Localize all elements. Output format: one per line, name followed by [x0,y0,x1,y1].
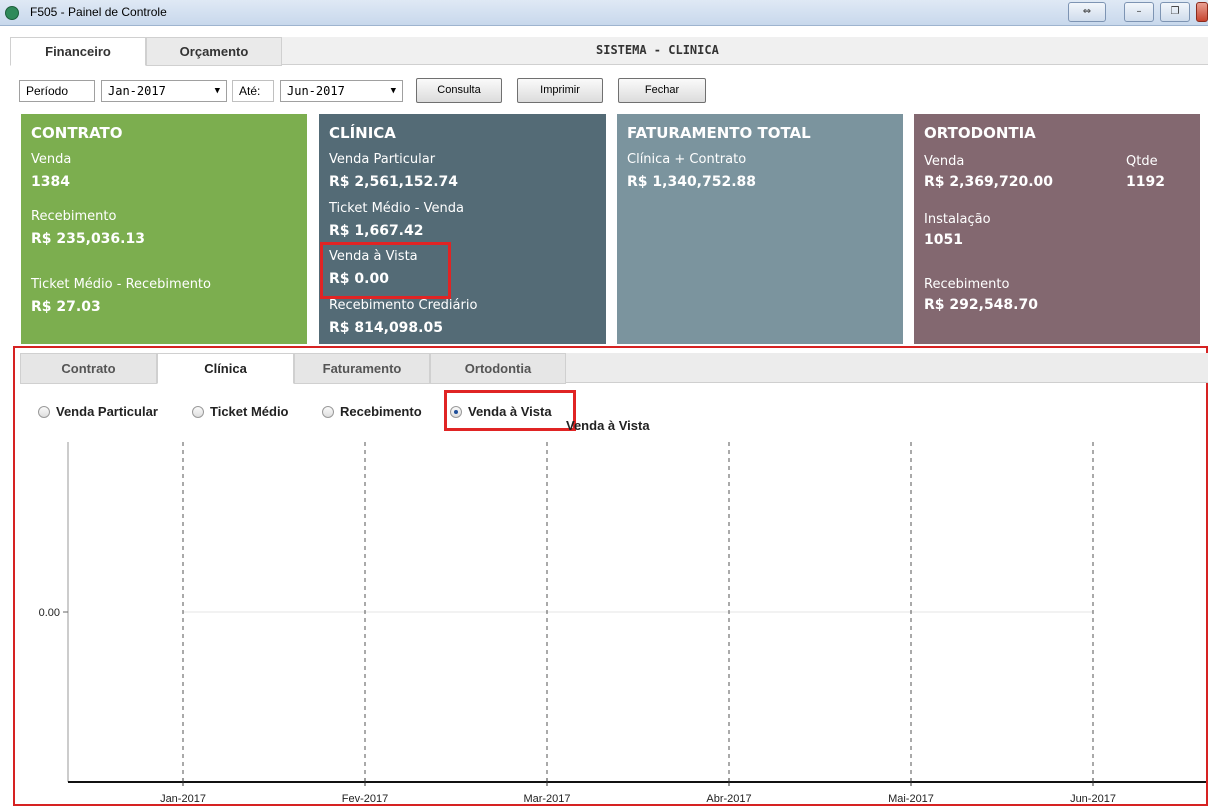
period-label: Período [19,80,95,102]
system-title: SISTEMA - CLINICA [596,43,719,57]
x-tick-label-0: Jan-2017 [160,793,206,805]
period-to-select[interactable]: Jun-2017 ▼ [280,80,403,102]
contrato-recebimento-label: Recebimento [31,209,117,224]
radio-recebimento-label[interactable]: Recebimento [340,404,422,419]
contrato-ticket-value: R$ 27.03 [31,299,101,315]
contrato-venda-value: 1384 [31,174,70,190]
chevron-down-icon: ▼ [214,86,220,96]
x-tick-label-4: Mai-2017 [888,793,934,805]
x-tick-label-2: Mar-2017 [523,793,570,805]
ortodontia-recebimento-label: Recebimento [924,277,1010,292]
clinica-crediario-label: Recebimento Crediário [329,298,478,313]
subtab-ortodontia[interactable]: Ortodontia [430,353,566,384]
imprimir-button[interactable]: Imprimir [517,78,603,103]
x-tick-label-1: Fev-2017 [342,793,388,805]
ortodontia-qtde-value: 1192 [1126,174,1165,190]
ortodontia-qtde-label: Qtde [1126,154,1158,169]
ortodontia-instalacao-label: Instalação [924,212,991,227]
card-contrato-title: CONTRATO [31,124,123,142]
clinica-venda-particular-label: Venda Particular [329,152,436,167]
contrato-recebimento-value: R$ 235,036.13 [31,231,145,247]
clinica-venda-particular-value: R$ 2,561,152.74 [329,174,459,190]
faturamento-label: Clínica + Contrato [627,152,747,167]
card-faturamento-title: FATURAMENTO TOTAL [627,124,811,142]
fechar-button[interactable]: Fechar [618,78,706,103]
highlight-venda-vista-card [320,242,451,299]
tab-orcamento[interactable]: Orçamento [146,37,282,66]
card-contrato: CONTRATO Venda 1384 Recebimento R$ 235,0… [21,114,307,344]
clinica-crediario-value: R$ 814,098.05 [329,320,443,336]
restore-button[interactable]: ❐ [1160,2,1190,22]
card-faturamento: FATURAMENTO TOTAL Clínica + Contrato R$ … [617,114,903,344]
subtab-contrato[interactable]: Contrato [20,353,157,384]
ortodontia-venda-value: R$ 2,369,720.00 [924,174,1054,190]
period-to-value: Jun-2017 [287,84,345,98]
tab-financeiro[interactable]: Financeiro [10,37,146,66]
period-from-value: Jan-2017 [108,84,166,98]
to-label: Até: [232,80,274,102]
faturamento-value: R$ 1,340,752.88 [627,174,757,190]
clinica-ticket-label: Ticket Médio - Venda [329,201,464,216]
window-title: F505 - Painel de Controle [30,5,167,19]
subtab-faturamento[interactable]: Faturamento [294,353,430,384]
ortodontia-venda-label: Venda [924,154,965,169]
radio-venda-particular[interactable] [38,406,50,418]
highlight-venda-vista-radio [444,390,576,431]
ortodontia-recebimento-value: R$ 292,548.70 [924,297,1038,313]
card-clinica-title: CLÍNICA [329,124,396,142]
chevron-down-icon: ▼ [390,86,396,96]
app-icon [5,6,19,20]
clinica-ticket-value: R$ 1,667.42 [329,223,424,239]
minimize-button[interactable]: – [1124,2,1154,22]
title-bar: F505 - Painel de Controle ⇔ – ❐ [0,0,1208,26]
radio-ticket-medio[interactable] [192,406,204,418]
card-ortodontia: ORTODONTIA Venda Qtde R$ 2,369,720.00 11… [914,114,1200,344]
consulta-button[interactable]: Consulta [416,78,502,103]
period-from-select[interactable]: Jan-2017 ▼ [101,80,227,102]
close-button[interactable] [1196,2,1208,22]
radio-recebimento[interactable] [322,406,334,418]
sales-chart: Jan-2017 Fev-2017 Mar-2017 Abr-2017 Mai-2017… [39,442,1206,805]
chart-title: Venda à Vista [566,418,650,433]
x-tick-label-5: Jun-2017 [1070,793,1116,805]
x-tick-label-3: Abr-2017 [706,793,751,805]
y-tick-label-0: 0.00 [39,607,60,619]
contrato-venda-label: Venda [31,152,72,167]
radio-venda-particular-label[interactable]: Venda Particular [56,404,158,419]
subtab-clinica[interactable]: Clínica [157,353,294,384]
ortodontia-instalacao-value: 1051 [924,232,963,248]
card-ortodontia-title: ORTODONTIA [924,124,1036,142]
card-clinica: CLÍNICA Venda Particular R$ 2,561,152.74… [319,114,606,344]
resize-button[interactable]: ⇔ [1068,2,1106,22]
radio-ticket-medio-label[interactable]: Ticket Médio [210,404,289,419]
contrato-ticket-label: Ticket Médio - Recebimento [31,277,211,292]
